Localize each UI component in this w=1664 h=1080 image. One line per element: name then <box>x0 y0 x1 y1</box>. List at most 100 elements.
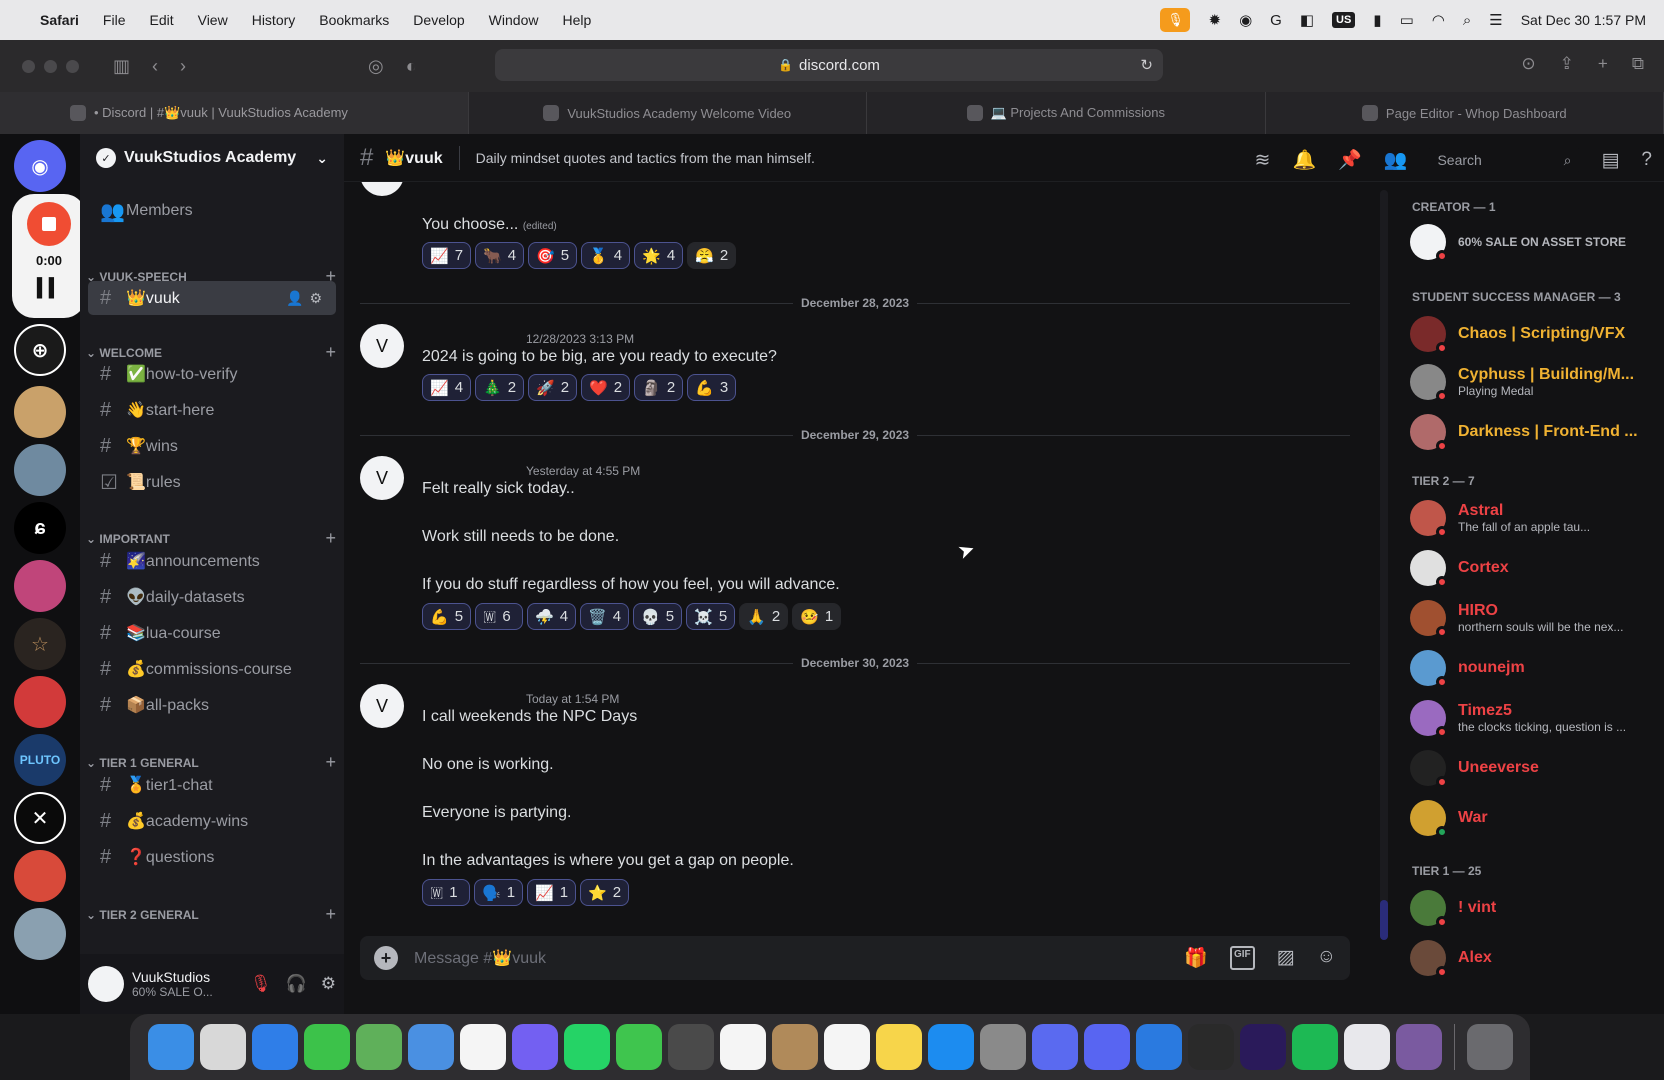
reload-icon[interactable]: ↻ <box>1140 56 1153 74</box>
menubar-clock[interactable]: Sat Dec 30 1:57 PM <box>1521 12 1646 28</box>
category-tier2-general[interactable]: ⌄ TIER 2 GENERAL + <box>86 904 336 925</box>
channel-academy-wins[interactable]: # 💰academy-wins <box>88 804 336 838</box>
member-astral[interactable]: Astral The fall of an apple tau... <box>1410 496 1660 540</box>
add-channel-icon[interactable]: + <box>325 904 336 925</box>
tab-discord[interactable]: • Discord | #👑vuuk | VuukStudios Academy <box>0 92 469 134</box>
bell-icon[interactable]: 🔔 <box>1292 148 1316 172</box>
reaction[interactable]: 💀 5 <box>633 603 683 630</box>
server-header[interactable]: ✓ VuukStudios Academy ⌄ <box>80 134 344 182</box>
channel-how-to-verify[interactable]: # ✅how-to-verify <box>88 357 336 391</box>
reaction[interactable]: 🙏 2 <box>739 603 789 630</box>
reaction[interactable]: 🇼 1 <box>422 879 470 906</box>
new-tab-icon[interactable]: + <box>1598 54 1608 74</box>
discord-home-icon[interactable]: ◉ <box>14 140 66 192</box>
messages-icon[interactable] <box>303 1024 350 1070</box>
server-icon-pluto[interactable]: PLUTO <box>14 734 66 786</box>
avatar[interactable]: V <box>360 684 404 728</box>
pin-icon[interactable]: 📌 <box>1338 148 1362 172</box>
reaction[interactable]: 💪 3 <box>687 374 737 401</box>
server-icon-figure[interactable] <box>14 444 66 496</box>
zoom-window-button[interactable] <box>66 59 79 73</box>
reaction[interactable]: 📈 4 <box>422 374 472 401</box>
member-chaos[interactable]: Chaos | Scripting/VFX <box>1410 312 1660 356</box>
inbox-icon[interactable]: ▤ <box>1601 149 1619 172</box>
server-icon-spiral[interactable]: ɕ <box>14 502 66 554</box>
photos-icon[interactable] <box>459 1024 506 1070</box>
gif-button[interactable]: GIF <box>1229 946 1255 970</box>
spotify-icon[interactable] <box>1291 1024 1338 1070</box>
close-window-button[interactable] <box>22 59 35 73</box>
roblox-studio-icon[interactable] <box>1135 1024 1182 1070</box>
trash-icon[interactable] <box>1466 1024 1513 1070</box>
reaction[interactable]: 📈 1 <box>527 879 577 906</box>
reaction[interactable]: 🚀 2 <box>528 374 578 401</box>
viber-icon[interactable] <box>511 1024 558 1070</box>
reaction[interactable]: 🤒 1 <box>792 603 842 630</box>
sidebar-toggle-icon[interactable]: ▥ <box>113 56 130 77</box>
server-icon-red-anime[interactable] <box>14 676 66 728</box>
microphone-muted-icon[interactable]: 🎙 <box>250 974 272 994</box>
mail-icon[interactable] <box>407 1024 454 1070</box>
menu-file[interactable]: File <box>103 12 126 28</box>
brightness-icon[interactable]: ✹ <box>1208 11 1221 29</box>
back-icon[interactable]: ‹ <box>152 56 158 77</box>
reaction[interactable]: 🐂 4 <box>475 242 525 269</box>
channel-tier1-chat[interactable]: # 🏅tier1-chat <box>88 768 336 802</box>
safari-icon[interactable] <box>251 1024 298 1070</box>
downloads-icon[interactable]: ⊙ <box>1521 54 1535 74</box>
search-input[interactable]: Search ⌕ <box>1429 146 1580 174</box>
member-nounejm[interactable]: nounejm <box>1410 646 1660 690</box>
input-source-icon[interactable]: US <box>1332 12 1356 28</box>
microphone-icon[interactable]: 🎙 <box>1160 8 1191 32</box>
contacts-icon[interactable] <box>771 1024 818 1070</box>
server-icon-team-liquid[interactable]: ⊕ <box>14 324 66 376</box>
menu-edit[interactable]: Edit <box>149 12 173 28</box>
screen-record-icon[interactable]: ◉ <box>1239 11 1252 29</box>
gear-icon[interactable]: ⚙ <box>321 974 336 994</box>
calculator-icon[interactable] <box>667 1024 714 1070</box>
menu-app-name[interactable]: Safari <box>40 12 79 28</box>
reaction[interactable]: 🗣️ 1 <box>474 879 524 906</box>
menu-window[interactable]: Window <box>489 12 539 28</box>
channel-settings-icons[interactable]: 👤⚙ <box>286 290 328 307</box>
privacy-ext-icon[interactable]: ◐ <box>406 56 417 77</box>
menu-history[interactable]: History <box>252 12 296 28</box>
menu-view[interactable]: View <box>198 12 228 28</box>
menu-help[interactable]: Help <box>562 12 591 28</box>
reaction[interactable]: ⭐ 2 <box>580 879 630 906</box>
notes-icon[interactable] <box>875 1024 922 1070</box>
server-icon-anime[interactable] <box>14 560 66 612</box>
member-list-icon[interactable]: 👥 <box>1384 148 1408 172</box>
wifi-icon[interactable]: ◠ <box>1432 11 1445 29</box>
tab-overview-icon[interactable]: ⧉ <box>1632 54 1644 74</box>
share-icon[interactable]: ⇪ <box>1560 54 1574 74</box>
reaction[interactable]: ☠️ 5 <box>686 603 736 630</box>
finder-icon[interactable] <box>147 1024 194 1070</box>
add-attachment-button[interactable]: + <box>374 946 398 970</box>
server-icon-knight[interactable] <box>14 908 66 960</box>
system-settings-icon[interactable] <box>979 1024 1026 1070</box>
control-center-icon[interactable]: ☰ <box>1489 11 1502 29</box>
avatar[interactable]: V <box>360 182 404 196</box>
member-hiro[interactable]: HIRO northern souls will be the nex... <box>1410 596 1660 640</box>
channel-vuuk[interactable]: # 👑vuuk 👤⚙ <box>88 281 336 315</box>
channel-all-packs[interactable]: # 📦all-packs <box>88 688 336 722</box>
reaction[interactable]: 🌟 4 <box>634 242 684 269</box>
message-input[interactable]: Message #👑vuuk <box>414 948 546 968</box>
channel-topic[interactable]: Daily mindset quotes and tactics from th… <box>476 150 815 166</box>
reaction[interactable]: 🥇 4 <box>581 242 631 269</box>
discord-icon[interactable] <box>1083 1024 1130 1070</box>
reaction[interactable]: 💪 5 <box>422 603 472 630</box>
tab-projects[interactable]: 💻 Projects And Commissions <box>867 92 1266 134</box>
members-link[interactable]: 👥 Members <box>88 194 336 228</box>
minimize-window-button[interactable] <box>44 59 57 73</box>
reaction[interactable]: 😤 2 <box>687 242 737 269</box>
threads-icon[interactable]: ≋ <box>1255 149 1271 172</box>
member-creator[interactable]: 60% SALE ON ASSET STORE <box>1410 220 1660 264</box>
help-icon[interactable]: ? <box>1641 149 1652 171</box>
gift-icon[interactable]: 🎁 <box>1184 946 1208 970</box>
tab-whop-dashboard[interactable]: Page Editor - Whop Dashboard <box>1265 92 1664 134</box>
bookmark-icon[interactable]: ▮ <box>1373 11 1381 29</box>
spotlight-search-icon[interactable]: ⌕ <box>1463 12 1471 29</box>
menu-develop[interactable]: Develop <box>413 12 464 28</box>
